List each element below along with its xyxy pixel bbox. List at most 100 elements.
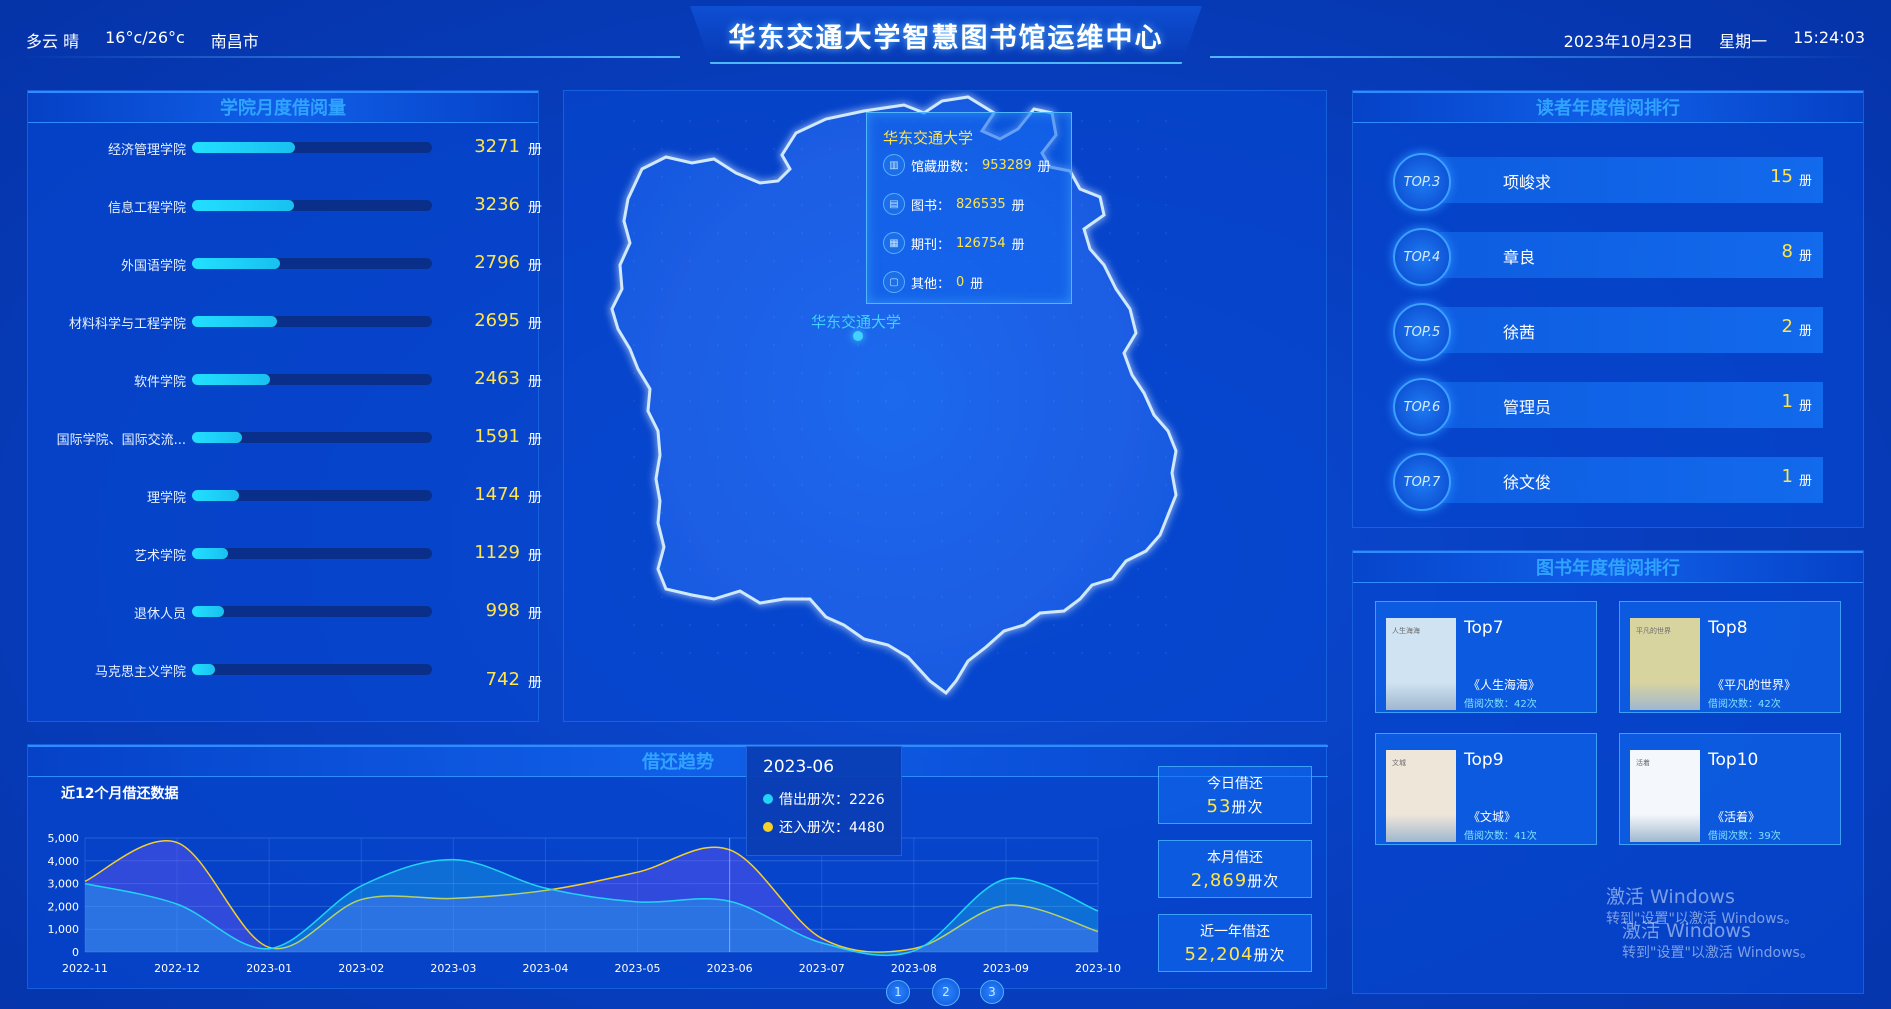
return-dot	[763, 822, 773, 832]
watermark-title-echo: 激活 Windows	[1622, 920, 1751, 942]
college-value: 3271	[474, 136, 520, 157]
readers-panel-title: 读者年度借阅排行	[1353, 91, 1863, 123]
college-bar-track	[192, 664, 432, 675]
map-grid-dot	[801, 372, 803, 374]
book-card[interactable]: 文城 Top9 《文城》 借阅次数：41次	[1375, 733, 1597, 845]
map-grid-dot	[1025, 400, 1027, 402]
map-grid-dot	[1109, 148, 1111, 150]
college-row[interactable]: 艺术学院 1129 册	[28, 539, 542, 569]
temperature-text: 16°c/26°c	[105, 28, 185, 47]
map-grid-dot	[829, 232, 831, 234]
journal-icon: ▦	[883, 232, 905, 254]
map-grid-dot	[941, 512, 943, 514]
page-button-3[interactable]: 3	[980, 980, 1004, 1004]
info-value: 126754	[956, 235, 1006, 251]
map-grid-dot	[633, 428, 635, 430]
x-tick-label: 2023-09	[983, 962, 1029, 975]
map-grid-dot	[745, 232, 747, 234]
college-row[interactable]: 经济管理学院 3271 册	[28, 133, 542, 163]
map-grid-dot	[885, 400, 887, 402]
college-row[interactable]: 国际学院、国际交流... 1591 册	[28, 423, 542, 453]
map-grid-dot	[1025, 652, 1027, 654]
map-grid-dot	[633, 624, 635, 626]
map-grid-dot	[1025, 456, 1027, 458]
map-grid-dot	[1081, 204, 1083, 206]
reader-row[interactable]: TOP.7 徐文俊 1 册	[1393, 453, 1823, 511]
book-title: 《文城》	[1468, 810, 1517, 824]
college-row[interactable]: 外国语学院 2796 册	[28, 249, 542, 279]
map-grid-dot	[689, 120, 691, 122]
reader-row[interactable]: TOP.3 项峻求 15 册	[1393, 153, 1823, 211]
map-grid-dot	[913, 456, 915, 458]
book-card[interactable]: 活着 Top10 《活着》 借阅次数：39次	[1619, 733, 1841, 845]
map-grid-dot	[997, 400, 999, 402]
map-grid-dot	[717, 232, 719, 234]
map-grid-dot	[633, 344, 635, 346]
info-unit: 册	[1037, 159, 1051, 175]
college-bar-fill	[192, 490, 239, 501]
map-grid-dot	[1053, 428, 1055, 430]
reader-row[interactable]: TOP.6 管理员 1 册	[1393, 378, 1823, 436]
map-grid-dot	[829, 456, 831, 458]
map-grid-dot	[941, 372, 943, 374]
map-grid-dot	[689, 428, 691, 430]
book-card[interactable]: 人生海海 Top7 《人生海海》 借阅次数：42次	[1375, 601, 1597, 713]
map-grid-dot	[689, 316, 691, 318]
map-grid-dot	[1137, 400, 1139, 402]
stat-value: 2,869册次	[1159, 870, 1311, 891]
map-grid-dot	[997, 624, 999, 626]
college-unit: 册	[528, 675, 542, 691]
stat-unit: 册次	[1231, 798, 1264, 816]
college-row[interactable]: 马克思主义学院 742 册	[28, 655, 542, 691]
book-card[interactable]: 平凡的世界 Top8 《平凡的世界》 借阅次数：42次	[1619, 601, 1841, 713]
trend-chart[interactable]: 0 1,000 2,000 3,000 4,000 5,000 2022-11 2022-12…	[40, 824, 1130, 984]
info-label: 期刊：	[911, 237, 951, 253]
map-grid-dot	[1165, 260, 1167, 262]
map-grid-dot	[1081, 288, 1083, 290]
y-tick-label: 5,000	[48, 832, 80, 845]
trend-panel-title: 借还趋势	[28, 745, 1328, 777]
map-grid-dot	[857, 512, 859, 514]
map-grid-dot	[773, 456, 775, 458]
map-grid-dot	[1137, 540, 1139, 542]
reader-row[interactable]: TOP.4 章良 8 册	[1393, 228, 1823, 286]
map-grid-dot	[661, 316, 663, 318]
map-grid-dot	[633, 120, 635, 122]
map-marker-dot[interactable]	[853, 331, 863, 341]
map-grid-dot	[941, 540, 943, 542]
map-grid-dot	[1053, 540, 1055, 542]
map-grid-dot	[661, 344, 663, 346]
map-grid-dot	[745, 428, 747, 430]
map-grid-dot	[661, 512, 663, 514]
book-rank: Top10	[1708, 750, 1759, 770]
page-title: 华东交通大学智慧图书馆运维中心	[728, 23, 1164, 54]
page-button-2[interactable]: 2	[932, 978, 960, 1006]
reader-row[interactable]: TOP.5 徐茜 2 册	[1393, 303, 1823, 361]
college-row[interactable]: 信息工程学院 3236 册	[28, 191, 542, 221]
map-grid-dot	[1109, 624, 1111, 626]
map-grid-dot	[857, 540, 859, 542]
info-row-other: ▢ 其他： 0 册	[883, 270, 1063, 294]
page-button-1[interactable]: 1	[886, 980, 910, 1004]
map-grid-dot	[829, 428, 831, 430]
college-row[interactable]: 退休人员 998 册	[28, 597, 542, 627]
college-row[interactable]: 材料科学与工程学院 2695 册	[28, 307, 542, 337]
map-grid-dot	[1109, 372, 1111, 374]
college-row[interactable]: 软件学院 2463 册	[28, 365, 542, 395]
map-grid-dot	[1165, 484, 1167, 486]
map-grid-dot	[913, 512, 915, 514]
map-grid-dot	[885, 344, 887, 346]
map-grid-dot	[1137, 568, 1139, 570]
college-row[interactable]: 理学院 1474 册	[28, 481, 542, 511]
header-line-left	[20, 56, 680, 58]
map-grid-dot	[885, 428, 887, 430]
map-grid-dot	[1109, 456, 1111, 458]
map-grid-dot	[913, 568, 915, 570]
chart-series	[84, 838, 1099, 957]
map-grid-dot	[969, 596, 971, 598]
map-grid-dot	[857, 484, 859, 486]
map-grid-dot	[689, 484, 691, 486]
map-grid-dot	[1109, 428, 1111, 430]
map-grid-dot	[1165, 428, 1167, 430]
map-grid-dot	[689, 568, 691, 570]
